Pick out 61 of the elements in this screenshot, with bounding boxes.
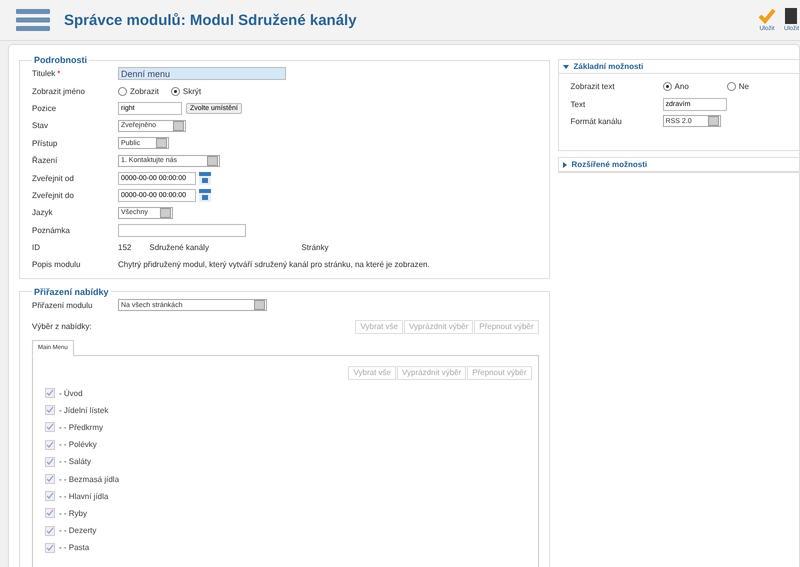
radio-button[interactable] xyxy=(118,86,127,96)
section-legend: Přiřazení nabídky xyxy=(32,286,111,297)
menu-item-label: - Jídelní lístek xyxy=(59,406,108,415)
field-label: ID xyxy=(32,243,41,252)
field-label: Zobrazit text xyxy=(570,82,616,92)
field-label: Zobrazit jméno xyxy=(32,86,86,96)
checkbox[interactable] xyxy=(45,440,55,450)
text-field[interactable] xyxy=(118,224,246,237)
required-mark: * xyxy=(57,69,60,78)
menu-item-label: - - Pasta xyxy=(59,543,90,552)
field-label: Přiřazení modulu xyxy=(32,300,94,310)
radio-option[interactable]: Ne xyxy=(726,82,749,92)
menu-item-label: - Úvod xyxy=(59,388,83,398)
checkbox[interactable] xyxy=(45,491,55,502)
module-description: Chytrý přidružený modul, který vytváří sdružený kanál pro stránku, na které je zobrazen. xyxy=(118,260,430,270)
calendar-icon[interactable] xyxy=(199,172,211,185)
menu-item-label: - - Bezmasá jídla xyxy=(59,474,120,484)
menu-item-label: - - Hlavní jídla xyxy=(59,492,108,501)
field-label: Stav xyxy=(32,121,50,130)
field-label: Poznámka xyxy=(32,226,71,235)
menu-icon xyxy=(16,7,50,33)
menu-item-label: - - Dezerty xyxy=(59,526,96,536)
checkbox[interactable] xyxy=(45,456,55,467)
field-label: Pozice xyxy=(32,104,58,113)
radio-button[interactable] xyxy=(726,82,736,92)
radio-option[interactable]: Skrýt xyxy=(170,86,202,96)
radio-option[interactable]: Ano xyxy=(662,82,689,92)
checkbox[interactable] xyxy=(45,405,55,416)
menu-item-label: - - Ryby xyxy=(59,508,87,518)
module-client: Stránky xyxy=(301,243,328,252)
page-title: Správce modulů: Modul Sdružené kanály xyxy=(64,12,357,28)
module-type: Sdružené kanály xyxy=(149,243,210,252)
menu-item-label: - - Polévky xyxy=(59,440,97,450)
checkbox[interactable] xyxy=(45,474,55,484)
menu-item-label: - - Předkrmy xyxy=(59,422,103,432)
menu-item-label: - - Saláty xyxy=(59,457,92,466)
field-label: Formát kanálu xyxy=(570,116,623,126)
field-label: Zveřejnit do xyxy=(32,190,75,200)
field-label: Jazyk xyxy=(32,208,54,218)
section-legend: Podrobnosti xyxy=(32,55,89,65)
checkbox[interactable] xyxy=(45,422,55,432)
field-label: Text xyxy=(570,100,586,109)
radio-button[interactable] xyxy=(170,86,180,96)
field-label: Výběr z nabídky: xyxy=(32,322,93,332)
checkmark-icon xyxy=(758,8,776,24)
field-label: Popis modulu xyxy=(32,260,82,270)
radio-button[interactable] xyxy=(662,82,672,92)
checkbox[interactable] xyxy=(45,526,55,536)
module-id: 152 xyxy=(118,243,132,252)
pane-toggle[interactable]: Základní možnosti xyxy=(558,60,799,74)
pane-toggle[interactable]: Rozšířené možnosti xyxy=(558,158,799,172)
radio-option[interactable]: Zobrazit xyxy=(118,86,159,96)
field-label: Zveřejnit od xyxy=(32,174,75,183)
text-field[interactable]: Denní menu xyxy=(118,67,286,80)
field-label: Řazení xyxy=(32,156,58,166)
calendar-icon[interactable] xyxy=(199,188,211,202)
checkbox[interactable] xyxy=(45,508,55,518)
field-label: Přístup xyxy=(32,138,58,148)
checkbox[interactable] xyxy=(45,542,55,553)
field-label: Titulek * xyxy=(32,69,62,78)
checkbox[interactable] xyxy=(45,388,55,398)
